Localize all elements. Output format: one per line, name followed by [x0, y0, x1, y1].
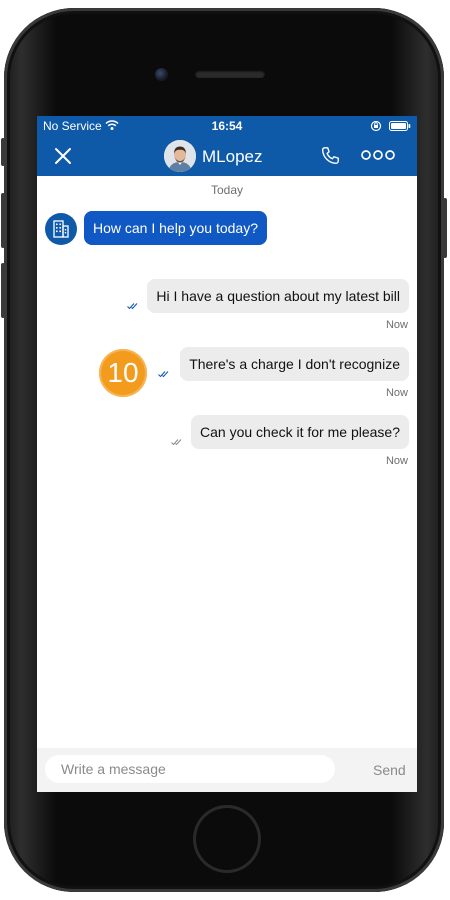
message-time: Now [385, 319, 408, 331]
step-number-badge: 10 [99, 349, 147, 397]
battery-icon [389, 121, 411, 131]
chat-header: MLopez [37, 136, 417, 176]
double-check-icon [171, 439, 182, 446]
phone-icon[interactable] [319, 145, 341, 167]
person-avatar-icon [164, 140, 196, 172]
earpiece-speaker [195, 70, 265, 78]
message-time: Now [385, 455, 408, 467]
message-composer: Send [37, 748, 417, 792]
front-camera [155, 68, 168, 81]
volume-up-button [1, 193, 5, 248]
outgoing-message: There's a charge I don't recognize [180, 347, 409, 381]
orientation-lock-icon [370, 120, 382, 132]
double-check-icon [127, 303, 138, 310]
agent-avatar [45, 213, 77, 245]
double-check-icon [158, 371, 169, 378]
avatar[interactable] [164, 140, 196, 172]
power-button [443, 198, 447, 258]
home-button[interactable] [196, 808, 258, 870]
close-icon[interactable] [51, 144, 75, 168]
outgoing-message: Hi I have a question about my latest bil… [147, 279, 409, 313]
date-divider: Today [210, 183, 244, 197]
more-icon[interactable] [361, 148, 395, 162]
status-time: 16:54 [211, 119, 243, 133]
mute-switch [1, 138, 5, 166]
building-icon [53, 220, 69, 238]
send-button[interactable]: Send [373, 762, 406, 778]
volume-down-button [1, 263, 5, 318]
message-input[interactable] [45, 755, 335, 783]
incoming-message: How can I help you today? [84, 211, 267, 245]
status-bar: No Service 16:54 [37, 116, 417, 136]
outgoing-message: Can you check it for me please? [191, 415, 409, 449]
contact-name: MLopez [202, 147, 263, 166]
phone-screen: No Service 16:54 MLopez Today How can I … [37, 116, 417, 792]
message-time: Now [385, 387, 408, 399]
